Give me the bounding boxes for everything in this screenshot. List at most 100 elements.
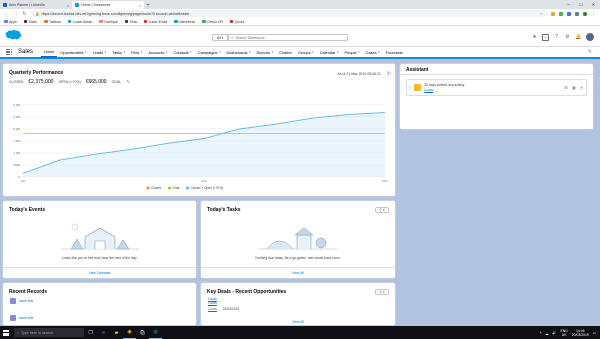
profile-avatar[interactable] [583,11,587,16]
nav-tab-leads[interactable]: Leads ▾ [90,46,110,58]
salesforce-logo-icon[interactable] [4,29,22,41]
reload-icon[interactable]: ↻ [22,11,27,17]
volume-icon[interactable]: 🔊 [552,331,556,335]
bookmark-star-icon[interactable]: ☆ [540,12,543,16]
nav-tab-opportunities[interactable]: Opportunities ▾ [57,46,89,58]
assistant-item-link[interactable]: Lucas [424,88,464,92]
setup-gear-icon[interactable]: ⚙ [564,34,571,41]
bookmark-item[interactable]: Lucke Email [143,20,167,24]
bookmark-item[interactable]: Lucke Admin [67,20,92,24]
nav-tab-accounts[interactable]: Accounts ▾ [145,46,170,58]
dismiss-icon[interactable]: ✕ [580,85,583,90]
bookmark-item[interactable]: Apps [4,20,17,24]
nav-tab-files[interactable]: Files ▾ [128,46,145,58]
chevron-down-icon[interactable]: ▾ [85,50,87,54]
assistant-item[interactable]: › 30 days without any activity Lucas ☰ ▦… [406,79,587,96]
edge-icon[interactable]: e [97,326,110,339]
close-tab-icon[interactable]: × [139,3,141,8]
nav-tab-contacts[interactable]: Contacts ▾ [170,46,194,58]
browser-tab-salesforce[interactable]: Home | Salesforce × [72,1,144,9]
salesforce-favicon-icon [75,3,79,7]
file-explorer-icon[interactable]: ▰ [110,326,123,339]
nav-tab-people[interactable]: People ▾ [342,46,363,58]
close-window-icon[interactable]: ✕ [592,2,595,7]
chevron-down-icon[interactable]: ▾ [124,50,126,54]
chevron-down-icon[interactable]: ▾ [249,50,251,54]
back-icon[interactable]: ← [4,11,9,17]
start-button[interactable] [0,326,12,339]
global-search-input[interactable]: ⌕ Search Salesforce [228,34,348,41]
network-icon[interactable]: ▂ [546,331,549,335]
browser-tab-linkedin[interactable]: Alex Palmer | LinkedIn × [0,1,72,9]
notifications-icon[interactable]: ▭ [593,331,596,335]
chevron-down-icon[interactable]: ▾ [166,50,168,54]
user-avatar[interactable]: 👤 [586,33,594,41]
nav-tab-calendar[interactable]: Calendar ▾ [317,46,342,58]
close-tab-icon[interactable]: × [67,3,69,8]
nav-tab-tasks[interactable]: Tasks ▾ [109,46,128,58]
bookmark-item[interactable]: Tilda [124,20,137,24]
chevron-down-icon[interactable]: ▾ [141,50,143,54]
task-view-icon[interactable]: ❐ [84,326,97,339]
bookmark-item[interactable]: Devon HR [202,20,223,24]
extension-icon[interactable] [559,11,563,16]
chevron-down-icon[interactable]: ▾ [358,50,360,54]
chrome-icon[interactable]: ◉ [123,326,136,339]
extension-icon[interactable] [575,11,579,16]
address-bar[interactable]: 🔒 https://devext-liuchia-dev-ed.lightnin… [31,10,547,17]
bookmark-item[interactable]: HubSpot [99,20,118,24]
nav-tab-campaigns[interactable]: Campaigns ▾ [195,46,224,58]
view-calendar-link[interactable]: View Calendar [3,271,196,275]
favorites-star-icon[interactable]: ★ [531,34,538,41]
taskbar-search-input[interactable]: ⌕ Type here to search [14,328,84,337]
forward-icon[interactable]: → [13,11,18,17]
view-all-deals-link[interactable]: View All [201,320,395,324]
store-icon[interactable]: 🛍 [136,326,149,339]
bookmark-item[interactable]: Quora [229,20,244,24]
chevron-down-icon[interactable]: ▾ [190,50,192,54]
nav-tab-forecasts[interactable]: Forecasts [383,46,406,58]
list-icon[interactable]: ☰ [564,85,568,90]
goal-edit-pencil-icon[interactable]: ✎ [126,79,129,84]
calendar-icon[interactable]: ▦ [572,85,576,90]
clock[interactable]: 14:46 20/03/2019 [572,329,589,337]
table-row[interactable]: Lucas 31/03/2019 [208,307,239,311]
bookmark-item[interactable]: Slack [23,20,37,24]
app-icon[interactable]: ◎ [149,326,162,339]
notifications-bell-icon[interactable]: 🔔 [575,34,582,41]
table-row[interactable]: Lucas Lucas [208,297,217,305]
list-item[interactable]: acme test [10,315,33,321]
language-indicator[interactable]: ENG UK [560,329,567,337]
nav-tab-dashboards[interactable]: Dashboards ▾ [224,46,254,58]
chevron-down-icon[interactable]: ▾ [219,50,221,54]
tasks-filter-dropdown[interactable]: ⚲ ▾ [375,207,389,213]
nav-tab-groups[interactable]: Groups ▾ [295,46,317,58]
chevron-down-icon[interactable]: ▾ [272,50,274,54]
maximize-icon[interactable]: ☐ [579,2,583,7]
minimize-icon[interactable]: ─ [567,2,570,7]
nav-tab-chatter[interactable]: Chatter [276,46,295,58]
menu-kebab-icon[interactable]: ⋮ [591,11,596,17]
edit-nav-pencil-icon[interactable]: ✎ [588,49,592,55]
extension-icon[interactable] [567,11,571,16]
bookmark-item[interactable]: Tableau [44,20,61,24]
chevron-up-icon[interactable]: ˄ [540,331,542,335]
view-all-tasks-link[interactable]: View All [201,271,395,275]
app-launcher-icon[interactable] [6,48,13,56]
deals-filter-dropdown[interactable]: ⚲ ▾ [375,289,389,295]
extension-icon[interactable] [551,11,555,16]
nav-tab-home[interactable]: Home [41,46,58,58]
chevron-right-icon[interactable]: › [410,85,411,90]
list-item[interactable]: acme test [10,298,33,304]
global-actions-plus-icon[interactable]: + [542,33,549,41]
refresh-icon[interactable]: ↻ [387,71,391,77]
nav-tab-reports[interactable]: Reports ▾ [254,46,277,58]
chevron-down-icon[interactable]: ▾ [378,50,380,54]
help-question-icon[interactable]: ? [553,34,560,41]
bookmark-item[interactable]: Salesforce [174,20,195,24]
chevron-down-icon[interactable]: ▾ [312,50,314,54]
search-scope-dropdown[interactable]: All ▾ [212,34,228,41]
nav-tab-cases[interactable]: Cases ▾ [363,46,383,58]
chevron-down-icon[interactable]: ▾ [337,50,339,54]
chevron-down-icon[interactable]: ▾ [105,50,107,54]
